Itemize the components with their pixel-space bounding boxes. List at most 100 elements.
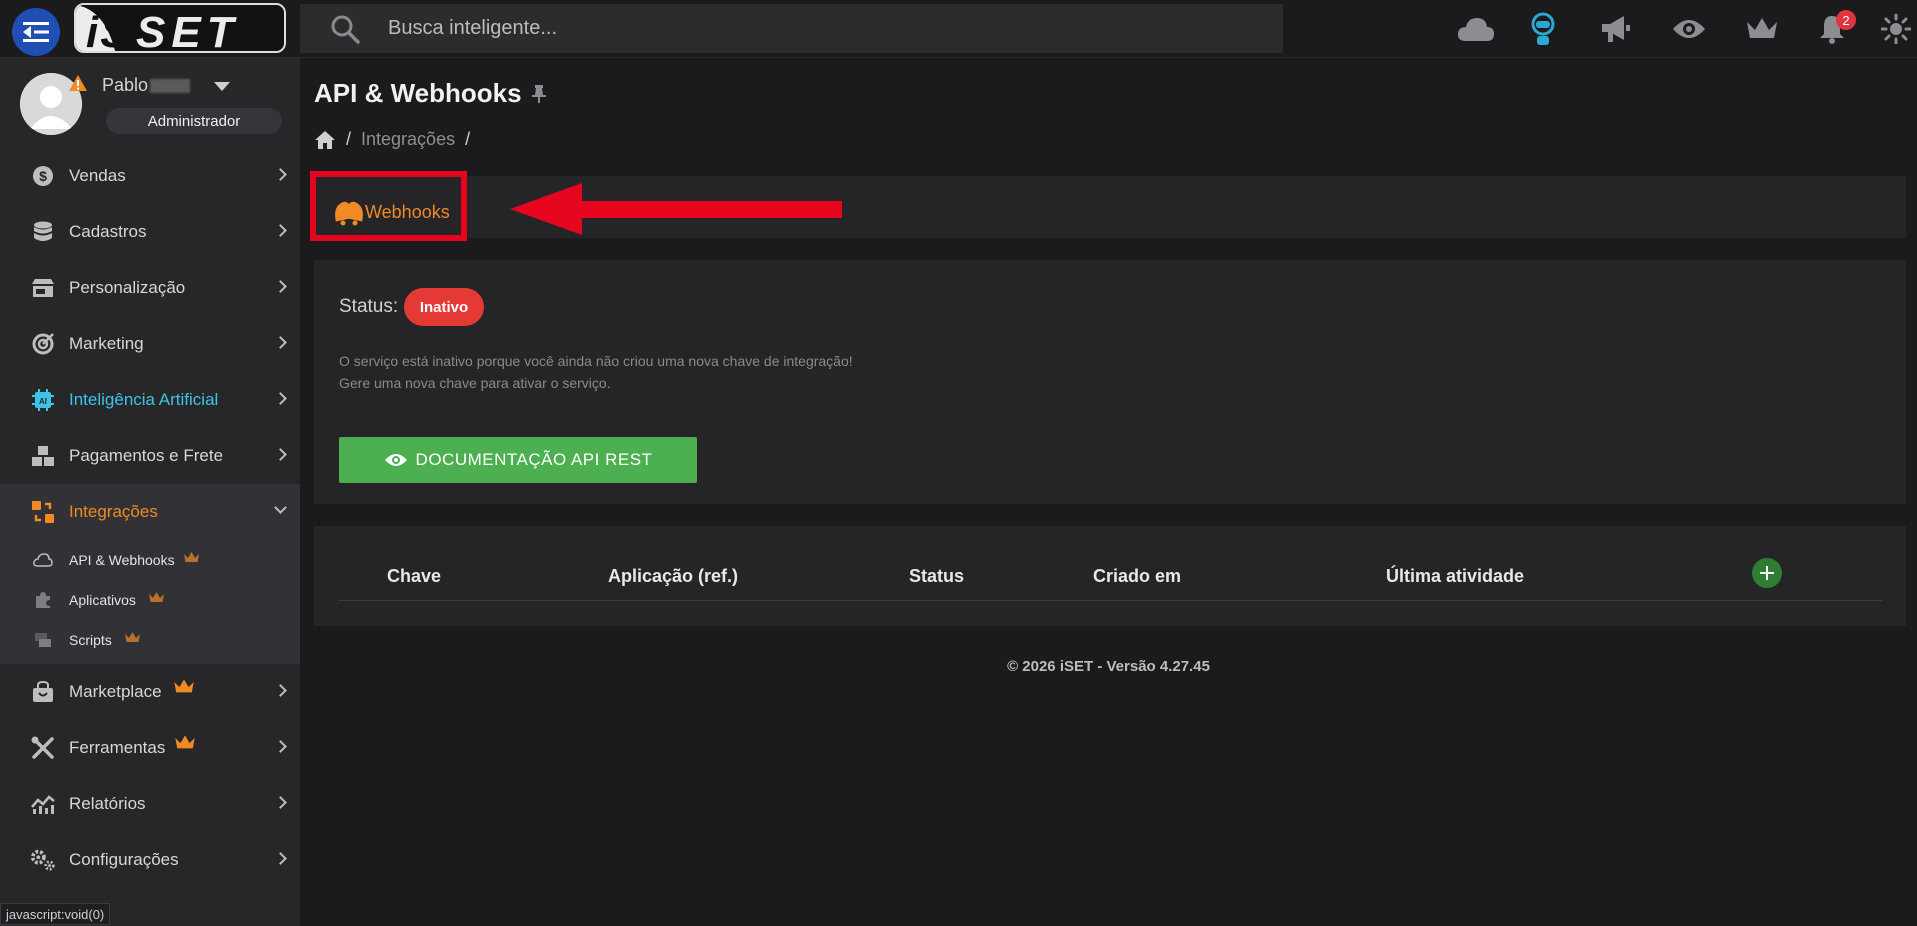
dollar-icon: $ (30, 163, 56, 189)
eye-icon (384, 454, 407, 466)
sidebar-item-ferramentas[interactable]: Ferramentas (0, 720, 300, 776)
menu-collapse-icon (23, 22, 49, 42)
integracoes-submenu: API & Webhooks Aplicativos Scripts (0, 540, 300, 664)
sidebar-item-label: Personalização (69, 278, 186, 297)
chevron-right-icon (274, 168, 287, 181)
breadcrumb-separator: / (346, 129, 352, 149)
sidebar: Pablo Administrador $ Vendas Cadastros P… (0, 58, 300, 926)
browser-status-url: javascript:void(0) (0, 903, 111, 925)
footer-version: © 2026 iSET - Versão 4.27.45 (1007, 658, 1210, 675)
chevron-right-icon (274, 684, 287, 697)
marketplace-icon (30, 679, 56, 705)
ai-chip-icon: AI (30, 387, 56, 413)
sidebar-item-integracoes[interactable]: Integrações (0, 484, 300, 540)
chevron-right-icon (274, 336, 287, 349)
status-badge: Inativo (404, 288, 484, 326)
sidebar-item-vendas[interactable]: $ Vendas (0, 148, 300, 204)
svg-text:SET: SET (136, 8, 240, 53)
sidebar-subitem-aplicativos[interactable]: Aplicativos (0, 580, 300, 620)
redacted-surname (150, 79, 191, 94)
plus-icon (1760, 566, 1774, 580)
user-menu-caret[interactable] (214, 82, 230, 91)
chevron-right-icon (274, 224, 287, 237)
page-title: API & Webhooks (314, 78, 522, 108)
menu-toggle-button[interactable] (12, 8, 60, 56)
cloud-icon[interactable] (1455, 8, 1497, 50)
svg-text:$: $ (39, 168, 47, 184)
sidebar-subitem-scripts[interactable]: Scripts (0, 620, 300, 660)
sidebar-item-label: Relatórios (69, 794, 146, 813)
api-documentation-button[interactable]: DOCUMENTAÇÃO API REST (339, 437, 697, 483)
premium-crown-icon (149, 592, 164, 602)
eye-icon[interactable] (1668, 8, 1710, 50)
sidebar-item-relatorios[interactable]: Relatórios (0, 776, 300, 832)
column-header-aplicacao[interactable]: Aplicação (ref.) (608, 566, 738, 587)
chevron-right-icon (274, 796, 287, 809)
notifications-bell-icon[interactable]: 2 (1811, 8, 1856, 50)
database-icon (30, 219, 56, 245)
sidebar-item-pagamentos-frete[interactable]: Pagamentos e Frete (0, 428, 300, 484)
sidebar-item-label: Marketing (69, 334, 144, 353)
table-header-divider (338, 600, 1882, 601)
add-key-button[interactable] (1752, 558, 1782, 588)
chevron-right-icon (274, 280, 287, 293)
sidebar-subitem-label: Scripts (69, 632, 112, 648)
sidebar-item-label: Integrações (69, 502, 158, 521)
breadcrumb: / Integrações / (314, 129, 480, 150)
breadcrumb-integracoes[interactable]: Integrações (361, 129, 455, 150)
breadcrumb-separator: / (465, 129, 471, 149)
warning-icon[interactable] (68, 74, 88, 92)
gears-icon (30, 847, 56, 873)
tools-icon (30, 735, 56, 761)
column-header-chave[interactable]: Chave (387, 566, 441, 587)
sidebar-item-personalizacao[interactable]: Personalização (0, 260, 300, 316)
status-label: Status: (339, 296, 399, 317)
annotation-highlight-box (310, 171, 467, 241)
home-icon[interactable] (314, 130, 336, 150)
column-header-ultima-atividade[interactable]: Última atividade (1386, 566, 1524, 587)
top-bar: iSET SET 2 (0, 0, 1917, 58)
premium-crown-icon (184, 552, 199, 562)
main-content: API & Webhooks / Integrações / Webhooks … (300, 58, 1917, 926)
chevron-right-icon (274, 448, 287, 461)
sidebar-nav: $ Vendas Cadastros Personalização Market… (0, 148, 300, 888)
pin-icon[interactable] (532, 84, 546, 104)
inactive-message: O serviço está inativo porque você ainda… (339, 350, 853, 394)
search-input[interactable] (388, 4, 1248, 53)
sidebar-item-marketplace[interactable]: Marketplace (0, 664, 300, 720)
target-icon (30, 331, 56, 357)
chevron-right-icon (274, 740, 287, 753)
user-name: Pablo (102, 75, 191, 96)
sidebar-item-label: Pagamentos e Frete (69, 446, 224, 465)
column-header-status[interactable]: Status (909, 566, 964, 587)
chevron-right-icon (274, 852, 287, 865)
premium-crown-icon (125, 632, 140, 642)
megaphone-icon[interactable] (1595, 8, 1637, 50)
sidebar-subitem-label: Aplicativos (69, 592, 136, 608)
premium-crown-icon (174, 679, 194, 693)
chart-icon (30, 791, 56, 817)
sidebar-item-label: Vendas (69, 166, 126, 185)
chevron-right-icon (274, 392, 287, 405)
crown-icon[interactable] (1741, 8, 1783, 50)
iset-logo[interactable]: iSET SET (74, 3, 286, 53)
svg-text:AI: AI (39, 397, 47, 406)
robot-assistant-icon[interactable] (1522, 8, 1564, 50)
sidebar-subitem-api-webhooks[interactable]: API & Webhooks (0, 540, 300, 580)
terminal-icon (32, 629, 54, 651)
user-profile: Pablo Administrador (0, 58, 300, 148)
column-header-criado-em[interactable]: Criado em (1093, 566, 1181, 587)
sidebar-item-inteligencia-artificial[interactable]: AI Inteligência Artificial (0, 372, 300, 428)
sidebar-item-marketing[interactable]: Marketing (0, 316, 300, 372)
theme-toggle-sun-icon[interactable] (1875, 8, 1917, 50)
keys-table: Chave Aplicação (ref.) Status Criado em … (314, 526, 1906, 626)
sidebar-item-label: Marketplace (69, 682, 162, 701)
search-icon[interactable] (330, 14, 360, 44)
sidebar-item-label: Ferramentas (69, 738, 166, 757)
chevron-down-icon (274, 501, 287, 514)
sidebar-item-cadastros[interactable]: Cadastros (0, 204, 300, 260)
message-line: Gere uma nova chave para ativar o serviç… (339, 375, 611, 391)
status-card: Status: Inativo O serviço está inativo p… (314, 260, 1906, 504)
sidebar-item-configuracoes[interactable]: Configurações (0, 832, 300, 888)
sidebar-item-label: Configurações (69, 850, 179, 869)
